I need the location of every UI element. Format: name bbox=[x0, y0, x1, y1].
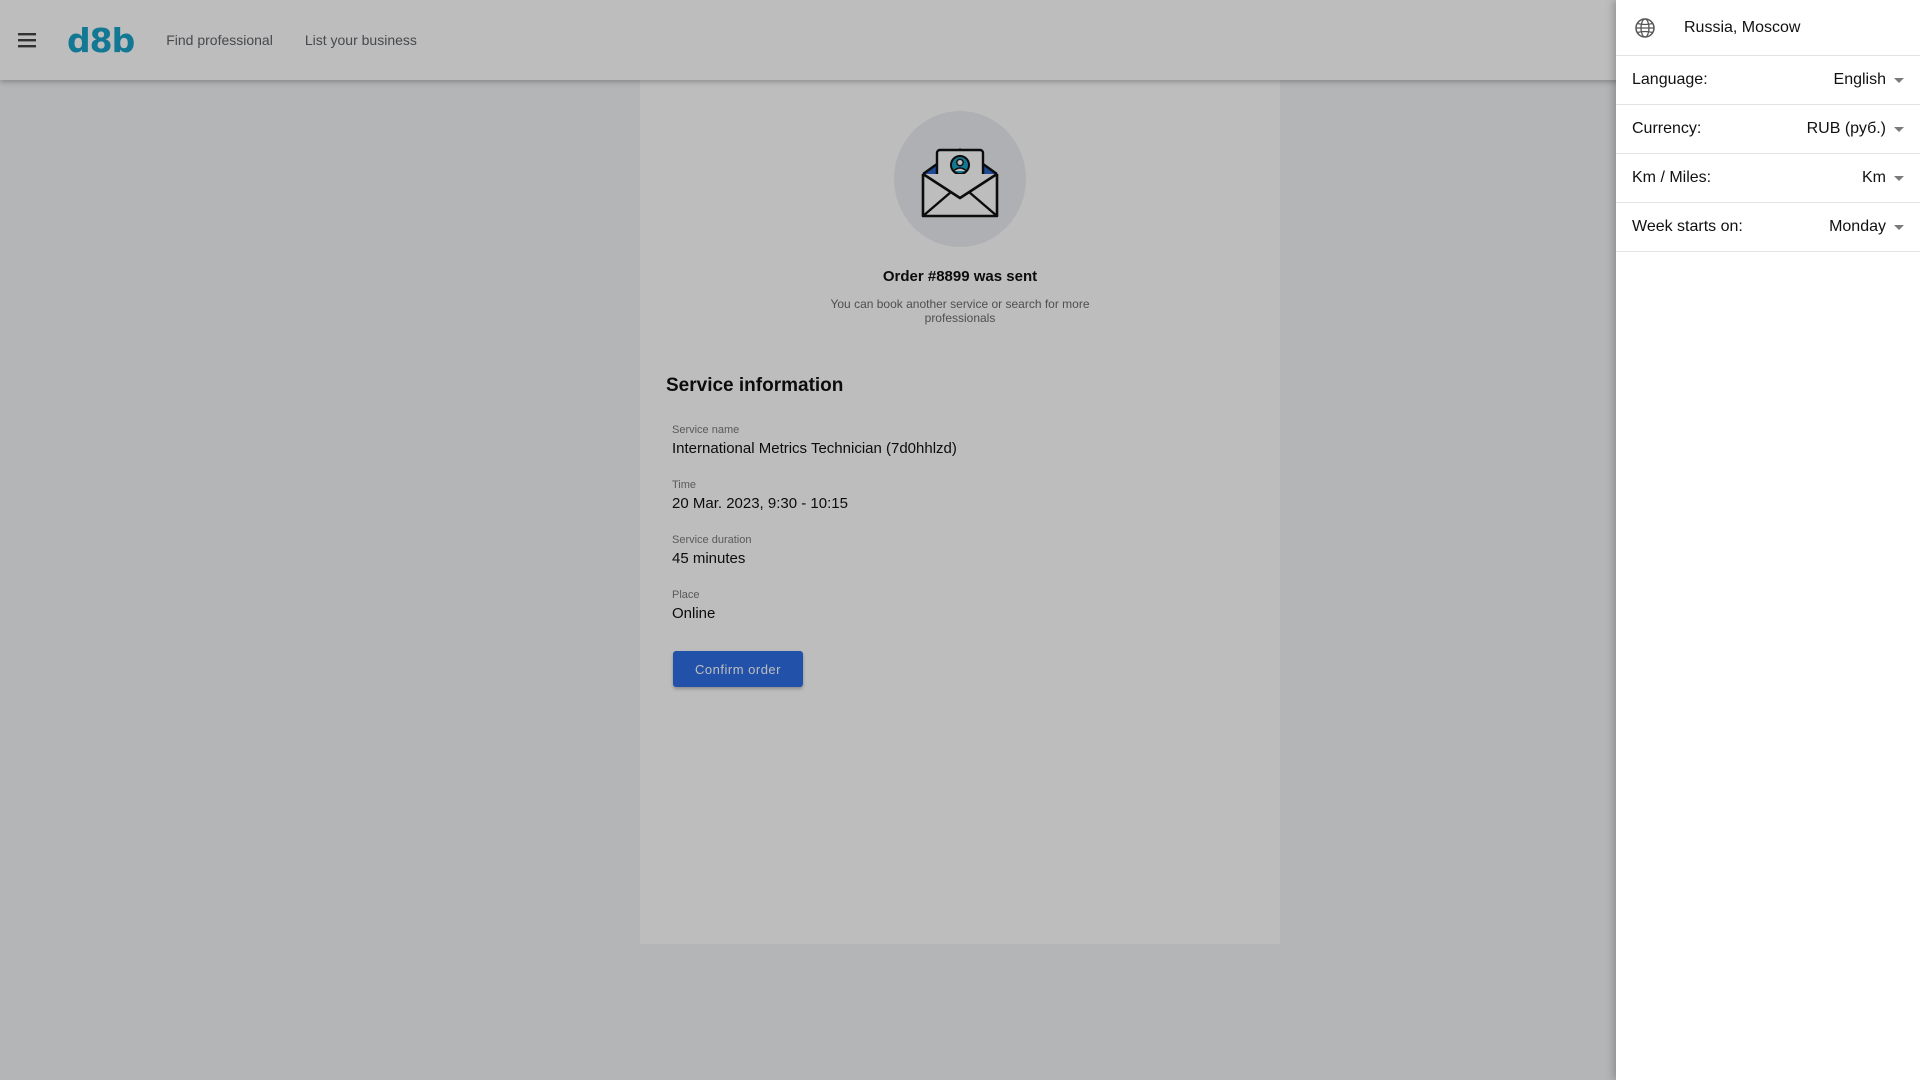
setting-value: Monday bbox=[1829, 218, 1886, 235]
setting-label: Language: bbox=[1632, 71, 1708, 88]
caret-down-icon bbox=[1894, 224, 1904, 230]
setting-value: Km bbox=[1862, 169, 1886, 186]
caret-down-icon bbox=[1894, 126, 1904, 132]
distance-unit-select[interactable]: Km bbox=[1862, 169, 1904, 187]
currency-setting[interactable]: Currency: RUB (руб.) bbox=[1616, 105, 1920, 154]
caret-down-icon bbox=[1894, 77, 1904, 83]
globe-icon bbox=[1634, 17, 1656, 39]
week-start-select[interactable]: Monday bbox=[1829, 218, 1904, 236]
setting-label: Currency: bbox=[1632, 120, 1702, 137]
currency-select[interactable]: RUB (руб.) bbox=[1807, 120, 1904, 138]
language-select[interactable]: English bbox=[1834, 71, 1904, 89]
location-label: Russia, Moscow bbox=[1684, 18, 1801, 36]
caret-down-icon bbox=[1894, 175, 1904, 181]
setting-value: RUB (руб.) bbox=[1806, 120, 1886, 137]
setting-label: Km / Miles: bbox=[1632, 169, 1712, 186]
settings-drawer: Russia, Moscow Language: English Currenc… bbox=[1616, 0, 1920, 1080]
setting-value: English bbox=[1833, 71, 1886, 88]
location-selector[interactable]: Russia, Moscow bbox=[1616, 0, 1920, 56]
language-setting[interactable]: Language: English bbox=[1616, 56, 1920, 105]
distance-unit-setting[interactable]: Km / Miles: Km bbox=[1616, 154, 1920, 203]
week-start-setting[interactable]: Week starts on: Monday bbox=[1616, 203, 1920, 252]
setting-label: Week starts on: bbox=[1632, 218, 1743, 235]
